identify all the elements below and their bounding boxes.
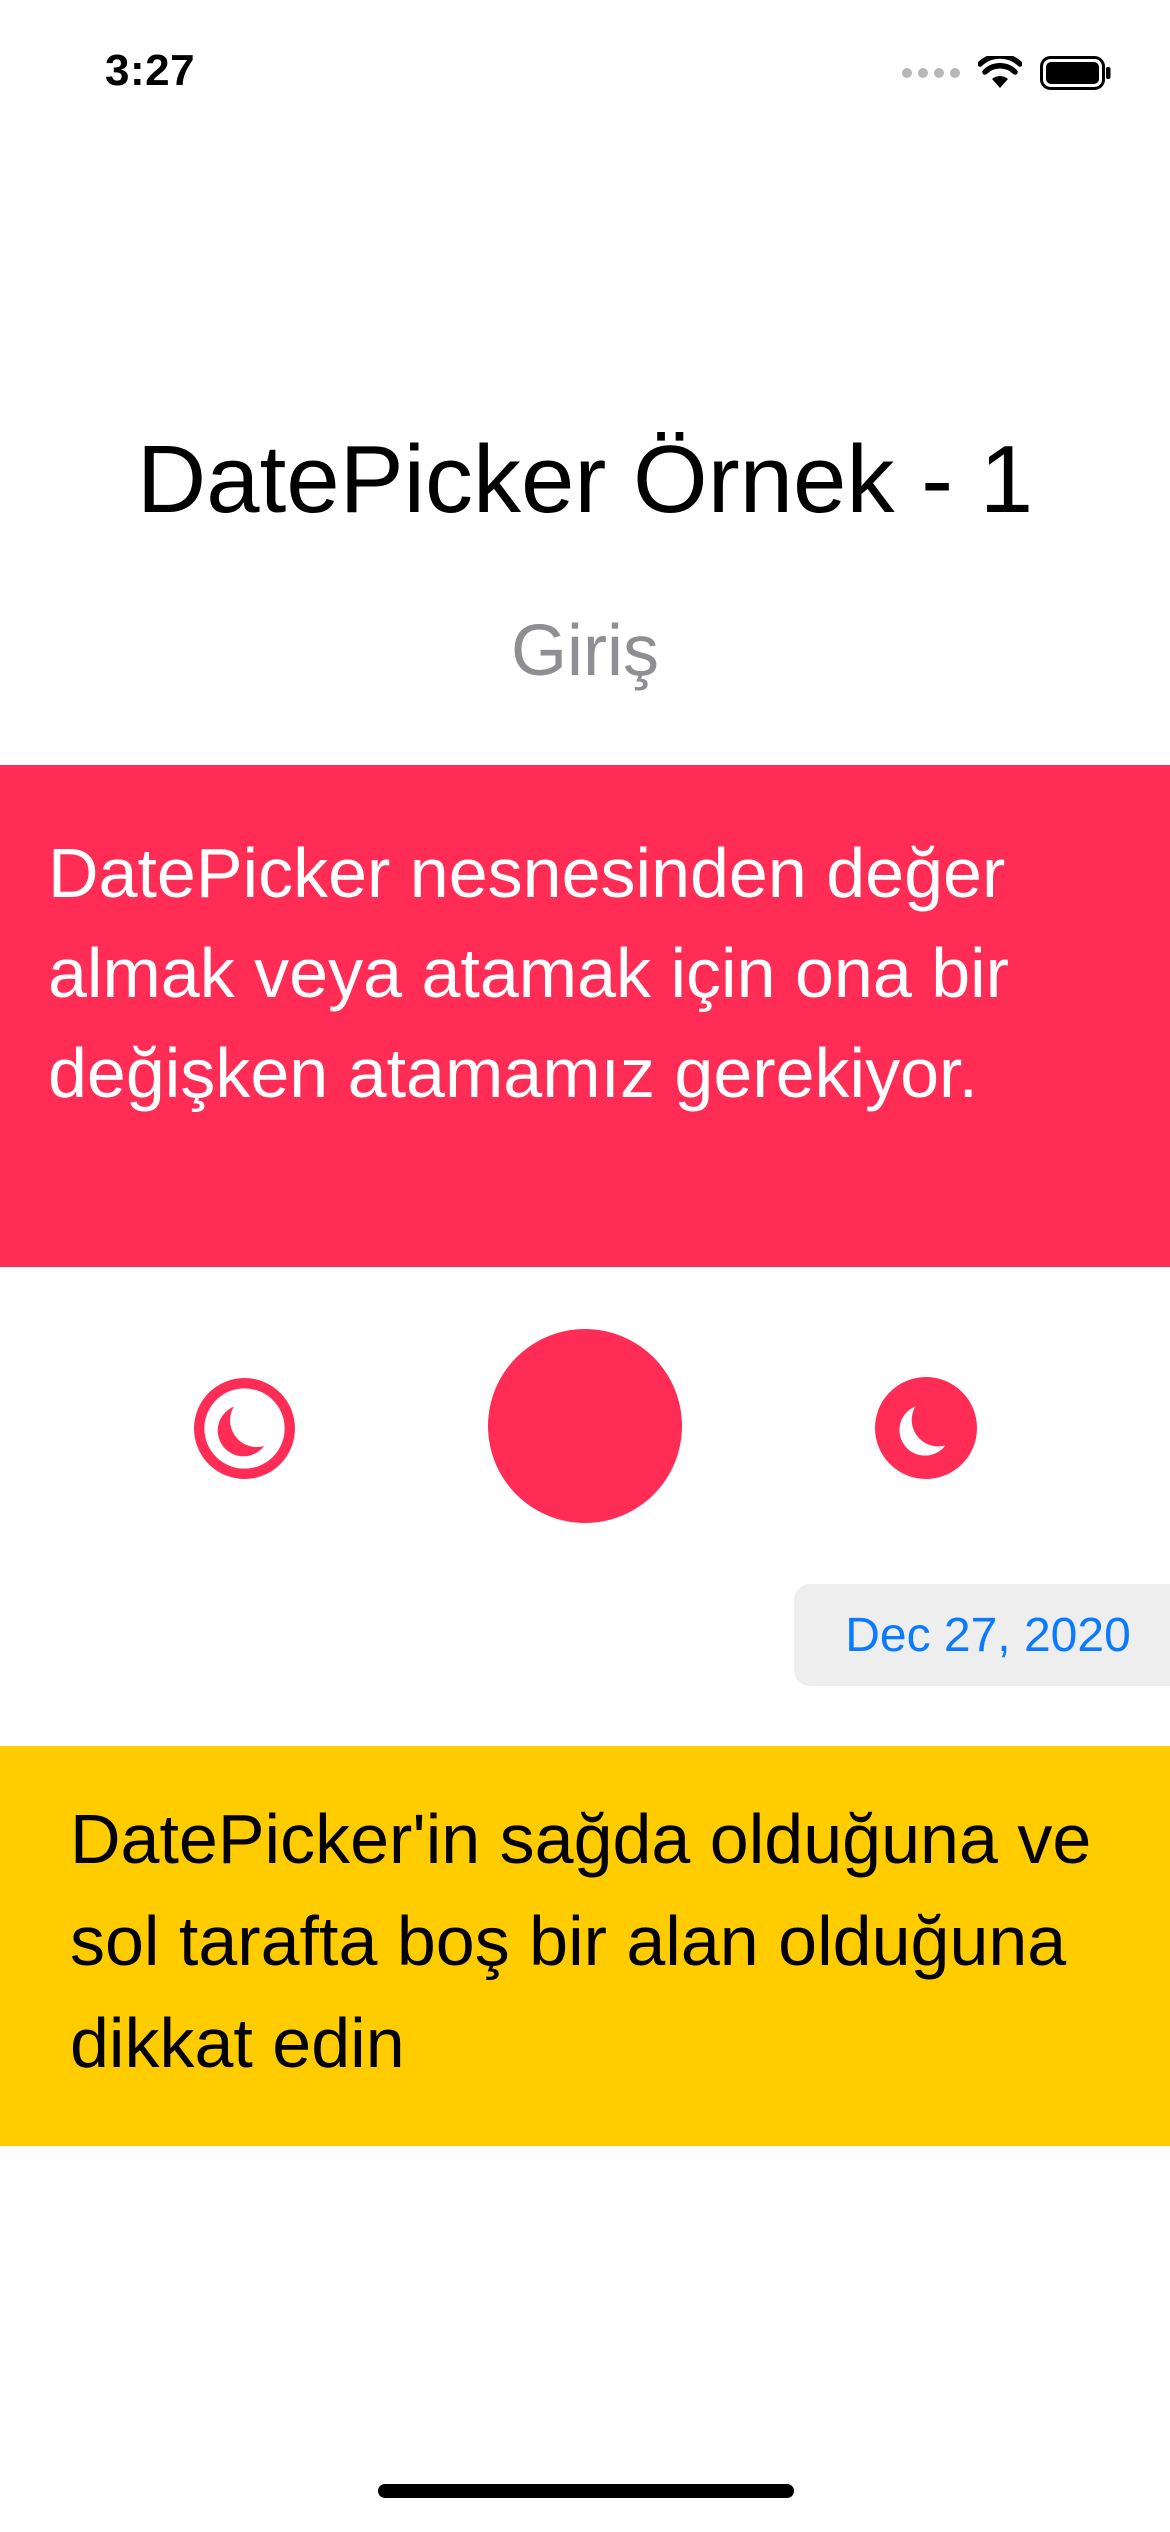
status-icons: [902, 56, 1112, 90]
note-box: DatePicker'in sağda olduğuna ve sol tara…: [0, 1746, 1170, 2146]
app-screen: 3:27 DatePicker Örnek - 1 Giriş DatePick…: [0, 0, 1170, 2532]
status-time: 3:27: [105, 46, 196, 95]
filled-circle-icon: [488, 1329, 682, 1523]
cellular-signal-icon: [902, 68, 960, 78]
info-box: DatePicker nesnesinden değer almak veya …: [0, 765, 1170, 1267]
page-title: DatePicker Örnek - 1: [136, 426, 1034, 533]
battery-icon: [1040, 56, 1111, 90]
date-picker-value: Dec 27, 2020: [845, 1608, 1131, 1662]
home-indicator[interactable]: [378, 2484, 794, 2498]
moon-circle-outline-icon: [194, 1378, 295, 1479]
date-picker-button[interactable]: Dec 27, 2020: [794, 1584, 1170, 1686]
moon-circle-filled-icon: [875, 1377, 977, 1479]
page-subtitle: Giriş: [511, 611, 659, 691]
info-box-text: DatePicker nesnesinden değer almak veya …: [48, 834, 1009, 1112]
note-box-text: DatePicker'in sağda olduğuna ve sol tara…: [70, 1800, 1092, 2082]
wifi-icon: [978, 56, 1022, 88]
